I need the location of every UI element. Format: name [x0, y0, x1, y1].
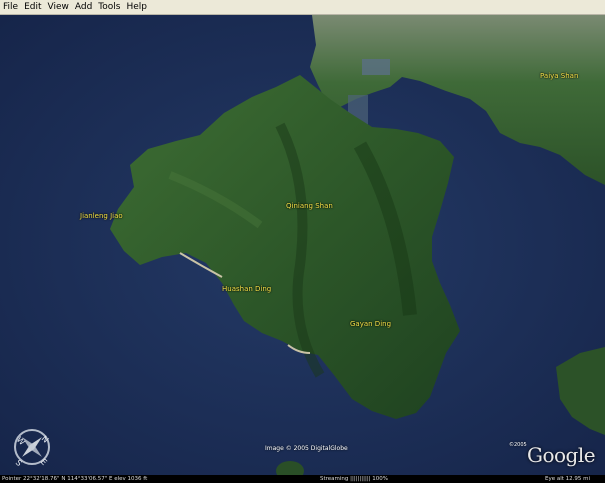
- menu-help[interactable]: Help: [123, 0, 150, 14]
- pointer-coordinates: Pointer 22°32'18.76" N 114°33'06.57" E e…: [2, 476, 148, 482]
- compass-west-label: W: [15, 435, 27, 447]
- label-qiniang-shan[interactable]: Qiniang Shan: [286, 202, 333, 210]
- menu-file[interactable]: File: [0, 0, 21, 14]
- google-copyright: ©2005: [509, 442, 527, 448]
- streaming-status: Streaming ||||||||||| 100%: [320, 476, 389, 482]
- label-jianleng-jiao[interactable]: Jianleng Jiao: [80, 212, 123, 220]
- menu-edit[interactable]: Edit: [21, 0, 44, 14]
- compass-rose-icon[interactable]: W E N S: [8, 423, 56, 471]
- satellite-imagery: [0, 15, 605, 475]
- coastal-ponds: [362, 59, 390, 75]
- google-logo: Google: [527, 443, 596, 467]
- label-paiya-shan[interactable]: Paiya Shan: [540, 72, 578, 80]
- status-bar: Pointer 22°32'18.76" N 114°33'06.57" E e…: [0, 475, 605, 483]
- menu-tools[interactable]: Tools: [95, 0, 123, 14]
- eye-altitude: Eye alt 12.95 mi: [545, 476, 591, 482]
- menu-bar: File Edit View Add Tools Help: [0, 0, 605, 15]
- label-gayan-ding[interactable]: Gayan Ding: [350, 320, 391, 328]
- menu-view[interactable]: View: [45, 0, 72, 14]
- compass-south-label: S: [14, 458, 24, 468]
- satellite-map-view[interactable]: Jianleng Jiao Qiniang Shan Huashan Ding …: [0, 15, 605, 475]
- label-huashan-ding[interactable]: Huashan Ding: [222, 285, 271, 293]
- compass-east-label: E: [39, 457, 49, 467]
- image-credit: Image © 2005 DigitalGlobe: [265, 445, 348, 452]
- menu-add[interactable]: Add: [72, 0, 95, 14]
